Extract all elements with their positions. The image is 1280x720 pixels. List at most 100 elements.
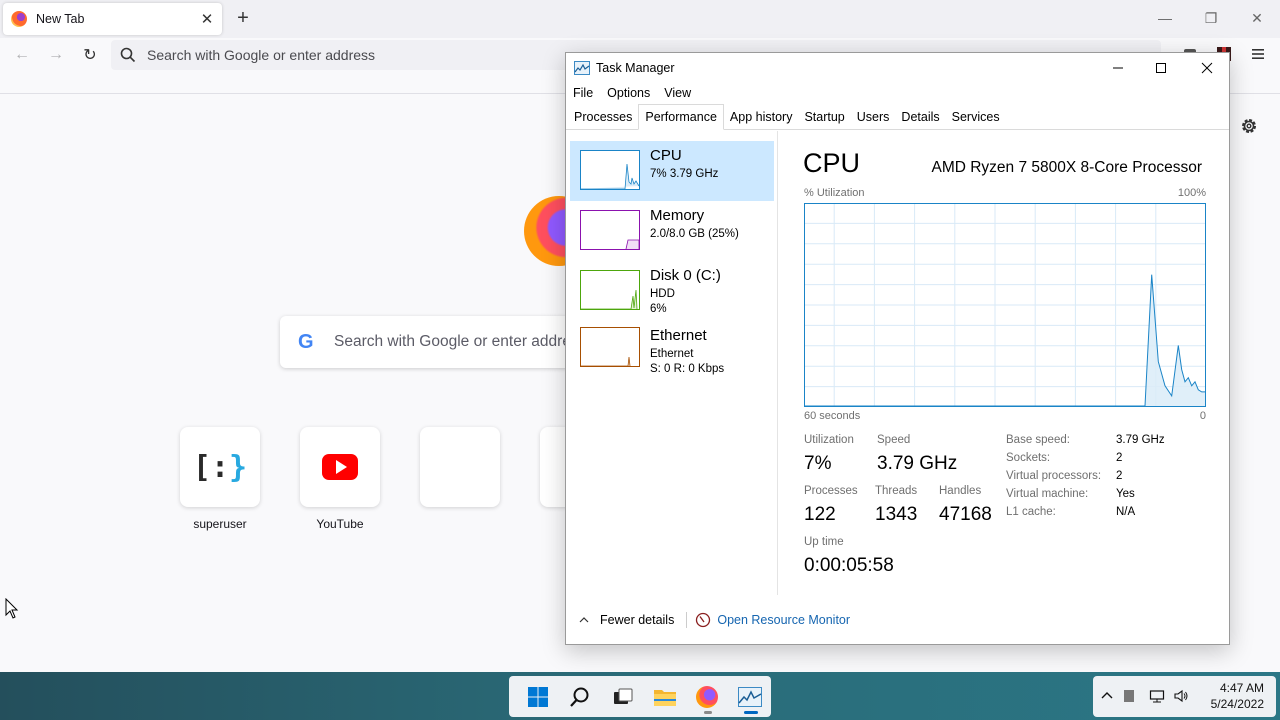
utilization-value: 7%: [804, 453, 832, 474]
tab-app-history[interactable]: App history: [724, 106, 799, 129]
task-manager-app-icon: [574, 61, 590, 75]
tab-services[interactable]: Services: [946, 106, 1006, 129]
tab-details[interactable]: Details: [895, 106, 945, 129]
start-button[interactable]: [517, 679, 559, 715]
network-icon[interactable]: [1149, 688, 1165, 704]
gear-icon[interactable]: [1238, 115, 1260, 137]
resource-detail: 2.0/8.0 GB (25%): [650, 228, 739, 240]
tab-users[interactable]: Users: [851, 106, 896, 129]
resource-name: Disk 0 (C:): [650, 267, 721, 284]
uptime-value: 0:00:05:58: [804, 555, 894, 576]
close-window-button[interactable]: ✕: [1234, 0, 1280, 36]
menu-view[interactable]: View: [657, 83, 698, 105]
threads-value: 1343: [875, 504, 918, 525]
resource-detail: 7% 3.79 GHz: [650, 168, 719, 180]
clock[interactable]: 4:47 AM 5/24/2022: [1211, 680, 1264, 712]
superuser-logo-icon: [:}: [192, 449, 248, 485]
firefox-button[interactable]: [686, 679, 728, 715]
shortcut-tile-empty[interactable]: [420, 427, 500, 507]
restore-window-button[interactable]: ❐: [1188, 0, 1234, 36]
detail-value: N/A: [1116, 506, 1136, 518]
resource-name: CPU: [650, 147, 682, 164]
footer-divider: [686, 612, 688, 628]
menu-options[interactable]: Options: [600, 83, 657, 105]
detail-key: Base speed:: [1006, 434, 1070, 446]
resource-detail: S: 0 R: 0 Kbps: [650, 363, 725, 375]
cpu-utilization-graph: [804, 203, 1206, 407]
zero-axis-label: 0: [1199, 410, 1206, 422]
tab-startup[interactable]: Startup: [798, 106, 850, 129]
disk-thumbnail-graph: [580, 270, 640, 310]
menu-bar: File Options View: [566, 83, 698, 105]
ethernet-thumbnail-graph: [580, 327, 640, 367]
fewer-details-button[interactable]: Fewer details: [600, 613, 674, 627]
utilization-label: Utilization: [804, 434, 854, 446]
handles-label: Handles: [939, 485, 982, 497]
file-explorer-icon: [654, 689, 677, 706]
system-tray: 4:47 AM 5/24/2022: [1093, 676, 1276, 717]
speed-value: 3.79 GHz: [877, 453, 958, 474]
shortcut-tile-superuser[interactable]: [:}: [180, 427, 260, 507]
resource-item-memory[interactable]: Memory 2.0/8.0 GB (25%): [570, 201, 774, 261]
tab-processes[interactable]: Processes: [568, 106, 638, 129]
resource-detail: 6%: [650, 303, 667, 315]
detail-key: Virtual machine:: [1006, 488, 1089, 500]
google-logo-icon: G: [298, 330, 314, 353]
start-icon: [528, 686, 549, 707]
task-view-icon: [613, 688, 633, 704]
minimize-button[interactable]: [1095, 53, 1141, 83]
cpu-thumbnail-graph: [580, 150, 640, 190]
shortcut-label[interactable]: superuser: [170, 517, 270, 531]
task-manager-button[interactable]: [729, 679, 771, 715]
processes-value: 122: [804, 504, 836, 525]
tab-title: New Tab: [36, 12, 85, 26]
menu-hamburger-icon[interactable]: [1250, 46, 1266, 62]
detail-key: Sockets:: [1006, 452, 1051, 464]
search-button[interactable]: [559, 679, 601, 715]
reload-icon[interactable]: ↻: [76, 41, 104, 69]
tab-new-tab[interactable]: New Tab ✕: [3, 3, 222, 35]
detail-value: 2: [1116, 470, 1123, 482]
resource-detail: Ethernet: [650, 348, 694, 360]
utilization-axis-label: % Utilization: [804, 187, 865, 199]
shortcut-tile-youtube[interactable]: [300, 427, 380, 507]
task-view-button[interactable]: [602, 679, 644, 715]
resource-item-ethernet[interactable]: Ethernet Ethernet S: 0 R: 0 Kbps: [570, 327, 774, 387]
volume-icon[interactable]: [1173, 688, 1189, 704]
firefox-icon: [696, 685, 719, 708]
detail-key: Virtual processors:: [1006, 470, 1102, 482]
resource-list: CPU 7% 3.79 GHz Memory 2.0/8.0 GB (25%) …: [566, 131, 778, 595]
resource-item-disk[interactable]: Disk 0 (C:) HDD 6%: [570, 261, 774, 321]
processes-label: Processes: [804, 485, 858, 497]
open-resource-monitor-link[interactable]: Open Resource Monitor: [717, 613, 850, 627]
search-icon: [570, 687, 589, 707]
file-explorer-button[interactable]: [644, 679, 686, 715]
close-tab-icon[interactable]: ✕: [197, 10, 217, 28]
menu-file[interactable]: File: [566, 83, 600, 105]
firefox-favicon-icon: [11, 11, 27, 27]
maximize-button[interactable]: [1138, 53, 1184, 83]
task-manager-footer: Fewer details Open Resource Monitor: [566, 605, 1229, 635]
new-tab-button[interactable]: +: [232, 6, 254, 30]
close-icon: [1201, 62, 1213, 74]
resource-monitor-icon: [696, 612, 711, 628]
browser-tab-strip: New Tab ✕ + — ❐ ✕: [0, 0, 1280, 38]
taskbar-apps: [509, 676, 771, 717]
cpu-heading: CPU: [803, 148, 861, 178]
forward-arrow-icon[interactable]: →: [42, 41, 70, 69]
maximize-icon: [1156, 63, 1166, 73]
close-button[interactable]: [1184, 53, 1230, 83]
tab-performance[interactable]: Performance: [638, 104, 724, 130]
chevron-up-icon[interactable]: [1099, 688, 1115, 704]
detail-value: Yes: [1116, 488, 1135, 500]
shortcut-label[interactable]: YouTube: [290, 517, 390, 531]
back-arrow-icon[interactable]: ←: [8, 41, 36, 69]
vm-tools-icon[interactable]: [1121, 688, 1137, 704]
detail-value: 2: [1116, 452, 1123, 464]
youtube-logo-icon: [322, 454, 358, 480]
resource-name: Memory: [650, 207, 705, 224]
resource-item-cpu[interactable]: CPU 7% 3.79 GHz: [570, 141, 774, 201]
chevron-up-icon[interactable]: [578, 614, 590, 626]
minimize-window-button[interactable]: —: [1142, 0, 1188, 36]
time-axis-label: 60 seconds: [804, 410, 861, 422]
